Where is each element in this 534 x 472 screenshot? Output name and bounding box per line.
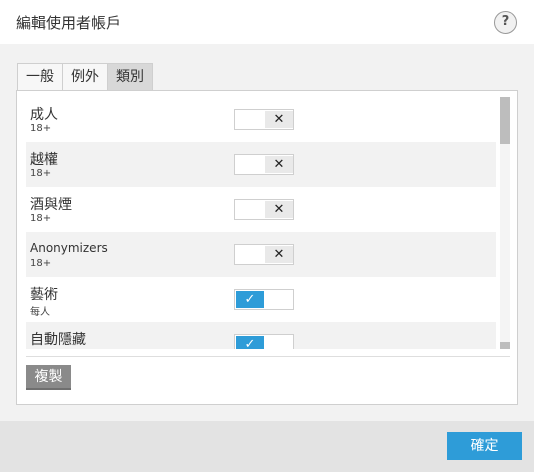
checkmark-icon: ✓ — [236, 291, 264, 308]
close-icon: ✕ — [265, 246, 293, 263]
category-row-anonymizers: Anonymizers 18+ ✕ — [26, 232, 496, 277]
category-name: 越權 — [30, 152, 58, 168]
category-toggle-ultra-vires[interactable]: ✕ — [234, 154, 294, 175]
category-toggle-alcohol-tobacco[interactable]: ✕ — [234, 199, 294, 220]
divider — [26, 356, 510, 357]
tab-categories[interactable]: 類別 — [107, 63, 153, 91]
category-row-arts: 藝術 每人 ✓ — [26, 277, 496, 322]
category-name: Anonymizers — [30, 241, 108, 255]
category-name: 酒與煙 — [30, 197, 72, 213]
category-toggle-arts[interactable]: ✓ — [234, 289, 294, 310]
categories-panel: 成人 18+ ✕ 越權 18+ ✕ 酒與煙 18+ ✕ Anonymizers … — [16, 90, 518, 405]
scrollbar-end-cap — [500, 342, 510, 349]
tab-general[interactable]: 一般 — [17, 63, 63, 91]
category-row-adult: 成人 18+ ✕ — [26, 97, 496, 142]
close-icon: ✕ — [265, 156, 293, 173]
title-bar: 編輯使用者帳戶 ? — [0, 0, 534, 44]
category-row-ultra-vires: 越權 18+ ✕ — [26, 142, 496, 187]
tab-exceptions[interactable]: 例外 — [62, 63, 108, 91]
help-question-icon[interactable]: ? — [494, 11, 517, 34]
category-name: 自動隱藏 — [30, 332, 86, 348]
dialog-footer: 確定 — [0, 421, 534, 472]
category-list: 成人 18+ ✕ 越權 18+ ✕ 酒與煙 18+ ✕ Anonymizers … — [26, 97, 496, 349]
category-age: 18+ — [30, 123, 52, 134]
window-title: 編輯使用者帳戶 — [16, 14, 122, 32]
category-age: 每人 — [30, 307, 50, 318]
category-toggle-adult[interactable]: ✕ — [234, 109, 294, 130]
list-scrollbar[interactable] — [500, 97, 510, 349]
category-row-alcohol-tobacco: 酒與煙 18+ ✕ — [26, 187, 496, 232]
confirm-button[interactable]: 確定 — [447, 432, 522, 460]
checkmark-icon: ✓ — [236, 336, 264, 349]
tab-bar: 一般 例外 類別 — [17, 63, 153, 91]
category-age: 18+ — [30, 213, 52, 224]
category-age: 18+ — [30, 258, 52, 269]
category-toggle-auto-hide[interactable]: ✓ — [234, 334, 294, 349]
scrollbar-thumb[interactable] — [500, 97, 510, 144]
category-age: 18+ — [30, 168, 52, 179]
copy-button[interactable]: 複製 — [26, 365, 71, 390]
category-name: 成人 — [30, 107, 58, 123]
category-name: 藝術 — [30, 287, 58, 303]
dialog-content: 一般 例外 類別 成人 18+ ✕ 越權 18+ ✕ 酒與煙 18+ ✕ Ano… — [0, 44, 534, 421]
close-icon: ✕ — [265, 201, 293, 218]
category-toggle-anonymizers[interactable]: ✕ — [234, 244, 294, 265]
category-row-auto-hide: 自動隱藏 ✓ — [26, 322, 496, 349]
close-icon: ✕ — [265, 111, 293, 128]
